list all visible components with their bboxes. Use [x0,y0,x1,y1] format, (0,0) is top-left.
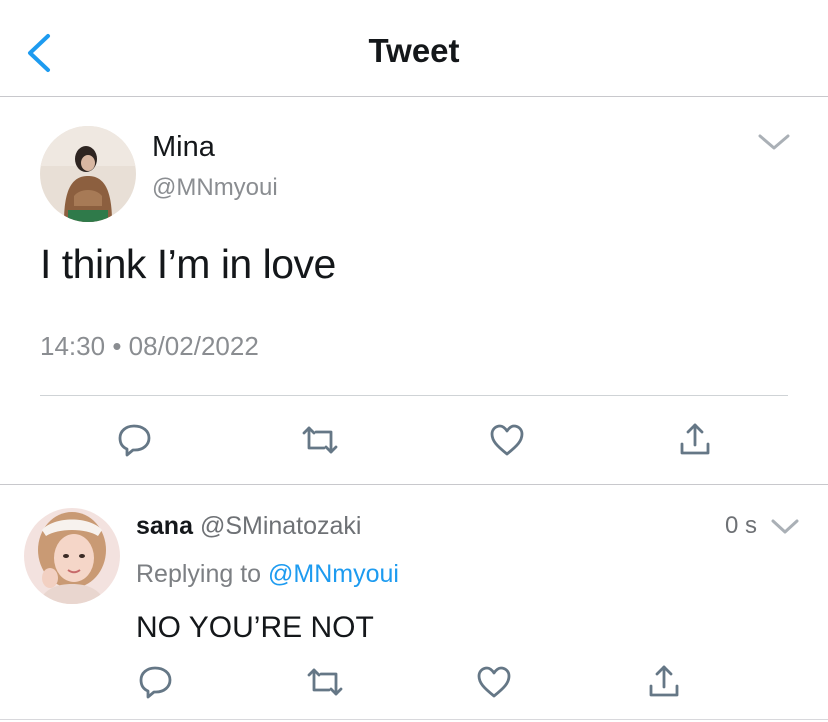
author-name[interactable]: Mina [152,131,215,164]
reply-author[interactable]: sana @SMinatozaki [136,512,362,541]
replying-to: Replying to @MNmyoui [136,560,399,589]
page-title: Tweet [368,32,460,69]
tweet-text: I think I’m in love [40,241,336,287]
replying-to-label: Replying to [136,560,262,588]
avatar[interactable] [24,508,120,604]
replying-to-handle[interactable]: @MNmyoui [268,560,399,588]
tweet-time: 14:30 [40,331,106,361]
retweet-icon[interactable] [305,662,345,702]
top-bar: Tweet [0,0,828,97]
share-icon[interactable] [675,420,715,460]
like-icon[interactable] [487,420,527,460]
chevron-down-icon[interactable] [770,516,800,538]
avatar[interactable] [40,126,136,222]
timestamp-separator: • [112,331,122,361]
retweet-icon[interactable] [300,420,340,460]
chevron-down-icon[interactable] [757,130,791,154]
share-icon[interactable] [644,662,684,702]
author-handle[interactable]: @MNmyoui [152,174,278,202]
reply-author-name[interactable]: sana [136,512,193,540]
tweet-timestamp: 14:30 • 08/02/2022 [40,331,259,362]
divider [0,484,828,485]
divider [0,719,828,720]
reply-text: NO YOU’RE NOT [136,611,374,644]
like-icon[interactable] [474,662,514,702]
tweet-date: 08/02/2022 [128,331,259,361]
divider [40,395,788,396]
reply-time: 0 s [725,512,758,539]
reply-author-handle[interactable]: @SMinatozaki [200,512,362,540]
reply-icon[interactable] [115,420,155,460]
reply-icon[interactable] [136,662,176,702]
